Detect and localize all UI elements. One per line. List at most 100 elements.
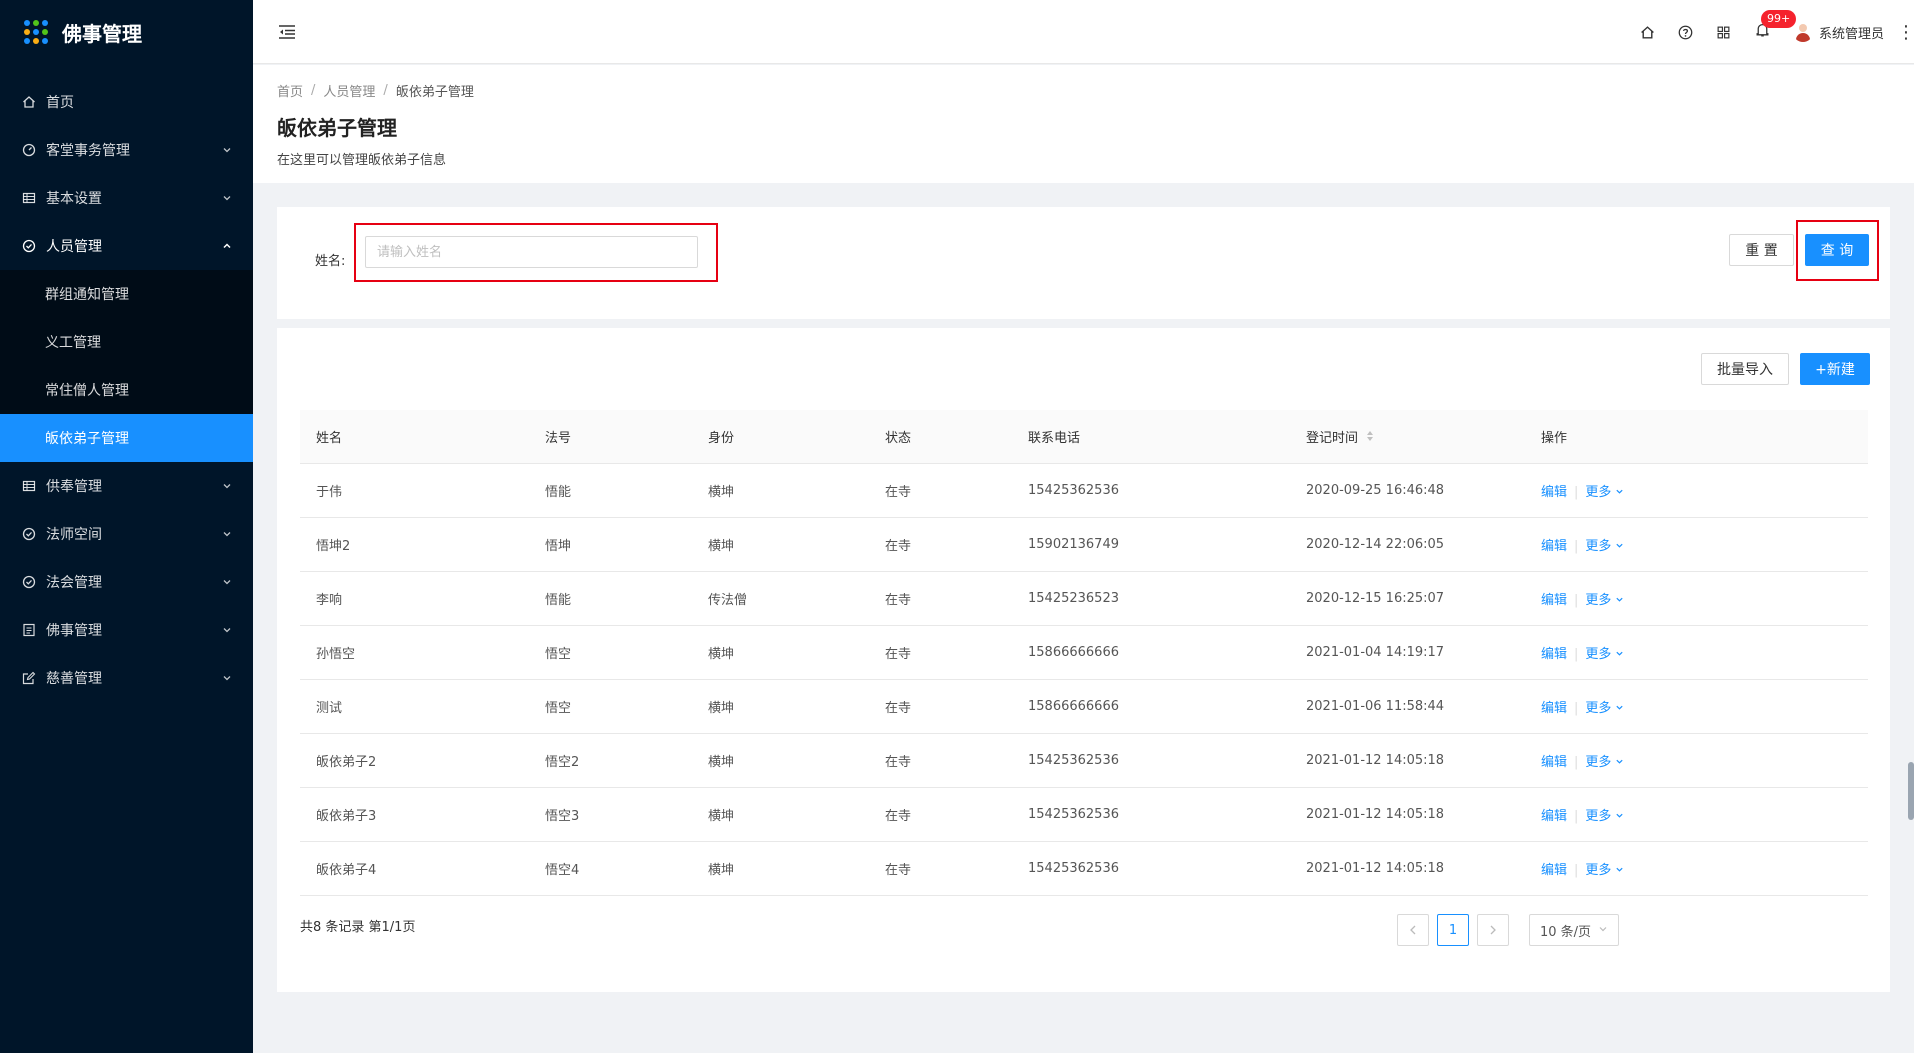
app-logo[interactable]: 佛事管理 xyxy=(0,0,253,64)
home-icon xyxy=(22,95,36,109)
column-header-status: 状态 xyxy=(885,431,912,446)
cell-identity: 横坤 xyxy=(708,809,735,824)
edit-link[interactable]: 编辑 xyxy=(1541,647,1567,662)
edit-link[interactable]: 编辑 xyxy=(1541,863,1567,878)
edit-link[interactable]: 编辑 xyxy=(1541,755,1567,770)
prev-page-button[interactable] xyxy=(1397,914,1429,946)
sidebar-subitem-volunteers[interactable]: 义工管理 xyxy=(0,318,253,366)
table-header: 姓名 法号 身份 状态 联系电话 登记时间 操作 xyxy=(300,410,1868,464)
breadcrumb-personnel[interactable]: 人员管理 xyxy=(323,81,375,100)
sidebar-item-master-space[interactable]: 法师空间 xyxy=(0,510,253,558)
sidebar-subitem-resident-monks[interactable]: 常住僧人管理 xyxy=(0,366,253,414)
cell-identity: 横坤 xyxy=(708,539,735,554)
edit-link[interactable]: 编辑 xyxy=(1541,701,1567,716)
more-link[interactable]: 更多 xyxy=(1585,863,1624,878)
more-link[interactable]: 更多 xyxy=(1585,593,1624,608)
edit-link[interactable]: 编辑 xyxy=(1541,809,1567,824)
sidebar-item-offerings[interactable]: 供奉管理 xyxy=(0,462,253,510)
table-row: 皈依弟子3 悟空3 横坤 在寺 15425362536 2021-01-12 14:05:… xyxy=(300,788,1868,842)
sidebar-item-reception-affairs[interactable]: 客堂事务管理 xyxy=(0,126,253,174)
sidebar-item-dharma-assembly[interactable]: 法会管理 xyxy=(0,558,253,606)
cell-register-time: 2021-01-06 11:58:44 xyxy=(1306,699,1445,714)
name-search-input[interactable] xyxy=(365,236,698,268)
more-link-label: 更多 xyxy=(1585,701,1612,716)
cell-register-time: 2020-12-15 16:25:07 xyxy=(1306,591,1445,606)
notification-button[interactable]: 99+ xyxy=(1743,0,1797,64)
cell-phone: 15425362536 xyxy=(1028,861,1119,876)
cell-register-time: 2020-09-25 16:46:48 xyxy=(1306,483,1445,498)
edit-link[interactable]: 编辑 xyxy=(1541,485,1567,500)
home-icon[interactable] xyxy=(1629,0,1667,64)
more-link[interactable]: 更多 xyxy=(1585,485,1624,500)
cell-dharma-name: 悟空2 xyxy=(545,755,580,770)
cell-status: 在寺 xyxy=(885,539,912,554)
sidebar-item-home[interactable]: 首页 xyxy=(0,78,253,126)
column-header-register-time-wrap[interactable]: 登记时间 xyxy=(1290,427,1525,447)
cell-actions: 编辑 | 更多 xyxy=(1525,697,1868,716)
page-scrollbar[interactable] xyxy=(1908,762,1914,820)
cell-status: 在寺 xyxy=(885,863,912,878)
disciples-table: 姓名 法号 身份 状态 联系电话 登记时间 操作 于伟 悟能 横坤 在寺 1542536… xyxy=(300,410,1868,896)
help-icon[interactable] xyxy=(1667,0,1705,64)
appstore-icon[interactable] xyxy=(1705,0,1743,64)
batch-import-button[interactable]: 批量导入 xyxy=(1701,353,1789,385)
more-link[interactable]: 更多 xyxy=(1585,701,1624,716)
cell-phone: 15425362536 xyxy=(1028,753,1119,768)
table-row: 李响 悟能 传法僧 在寺 15425236523 2020-12-15 16:25:07 编… xyxy=(300,572,1868,626)
action-divider: | xyxy=(1574,809,1579,824)
cell-name: 测试 xyxy=(316,701,343,716)
sidebar-item-label: 人员管理 xyxy=(46,239,102,255)
new-button[interactable]: +新建 xyxy=(1800,353,1870,385)
page-number-button[interactable]: 1 xyxy=(1437,914,1469,946)
sidebar-item-personnel[interactable]: 人员管理 xyxy=(0,222,253,270)
action-divider: | xyxy=(1574,647,1579,662)
more-link[interactable]: 更多 xyxy=(1585,539,1624,554)
user-menu[interactable]: 系统管理员 xyxy=(1792,22,1884,42)
query-button[interactable]: 查 询 xyxy=(1805,234,1869,266)
chevron-down-icon xyxy=(1615,647,1624,662)
app-grid-icon xyxy=(24,20,48,44)
edit-link[interactable]: 编辑 xyxy=(1541,593,1567,608)
sort-icon[interactable] xyxy=(1366,430,1374,446)
cell-phone: 15866666666 xyxy=(1028,699,1119,714)
column-header-name: 姓名 xyxy=(316,431,343,446)
column-header-dharma-name: 法号 xyxy=(545,431,572,446)
cell-dharma-name: 悟空 xyxy=(545,647,572,662)
chevron-down-icon xyxy=(1615,863,1624,878)
more-link[interactable]: 更多 xyxy=(1585,809,1624,824)
reset-button[interactable]: 重 置 xyxy=(1729,234,1794,266)
chevron-down-icon xyxy=(221,144,233,156)
breadcrumb-home[interactable]: 首页 xyxy=(277,81,303,100)
sidebar-subitem-group-notice[interactable]: 群组通知管理 xyxy=(0,270,253,318)
sidebar-item-charity[interactable]: 慈善管理 xyxy=(0,654,253,702)
user-name: 系统管理员 xyxy=(1818,26,1884,42)
table-row: 孙悟空 悟空 横坤 在寺 15866666666 2021-01-04 14:19:17 编… xyxy=(300,626,1868,680)
more-link[interactable]: 更多 xyxy=(1585,647,1624,662)
sidebar-item-buddhist-affairs[interactable]: 佛事管理 xyxy=(0,606,253,654)
cell-name: 悟坤2 xyxy=(316,539,351,554)
column-header-register-time: 登记时间 xyxy=(1306,430,1359,446)
page-title: 皈依弟子管理 xyxy=(277,116,397,140)
header-actions: 99+ 系统管理员 ⋮ xyxy=(1629,0,1914,64)
edit-link[interactable]: 编辑 xyxy=(1541,539,1567,554)
chevron-down-icon xyxy=(221,192,233,204)
cell-register-time: 2021-01-04 14:19:17 xyxy=(1306,645,1445,660)
next-page-button[interactable] xyxy=(1477,914,1509,946)
action-divider: | xyxy=(1574,593,1579,608)
record-summary: 共8 条记录 第1/1页 xyxy=(300,920,416,935)
sidebar-menu: 首页 客堂事务管理 基本设置 人员管理 群组通知管理 义工管理 常住僧人管理 皈… xyxy=(0,78,253,702)
table-icon xyxy=(22,191,36,205)
sidebar-item-basic-settings[interactable]: 基本设置 xyxy=(0,174,253,222)
cell-status: 在寺 xyxy=(885,593,912,608)
cell-register-time: 2021-01-12 14:05:18 xyxy=(1306,807,1445,822)
cell-status: 在寺 xyxy=(885,809,912,824)
more-link[interactable]: 更多 xyxy=(1585,755,1624,770)
menu-fold-icon[interactable] xyxy=(277,22,297,42)
sidebar-subitem-disciples[interactable]: 皈依弟子管理 xyxy=(0,414,253,462)
app-title: 佛事管理 xyxy=(62,21,142,46)
page-header: 首页 / 人员管理 / 皈依弟子管理 皈依弟子管理 在这里可以管理皈依弟子信息 xyxy=(253,65,1914,183)
cell-register-time: 2021-01-12 14:05:18 xyxy=(1306,753,1445,768)
page-size-select[interactable]: 10 条/页 xyxy=(1529,914,1619,946)
cell-actions: 编辑 | 更多 xyxy=(1525,535,1868,554)
more-vertical-icon[interactable]: ⋮ xyxy=(1897,0,1914,64)
